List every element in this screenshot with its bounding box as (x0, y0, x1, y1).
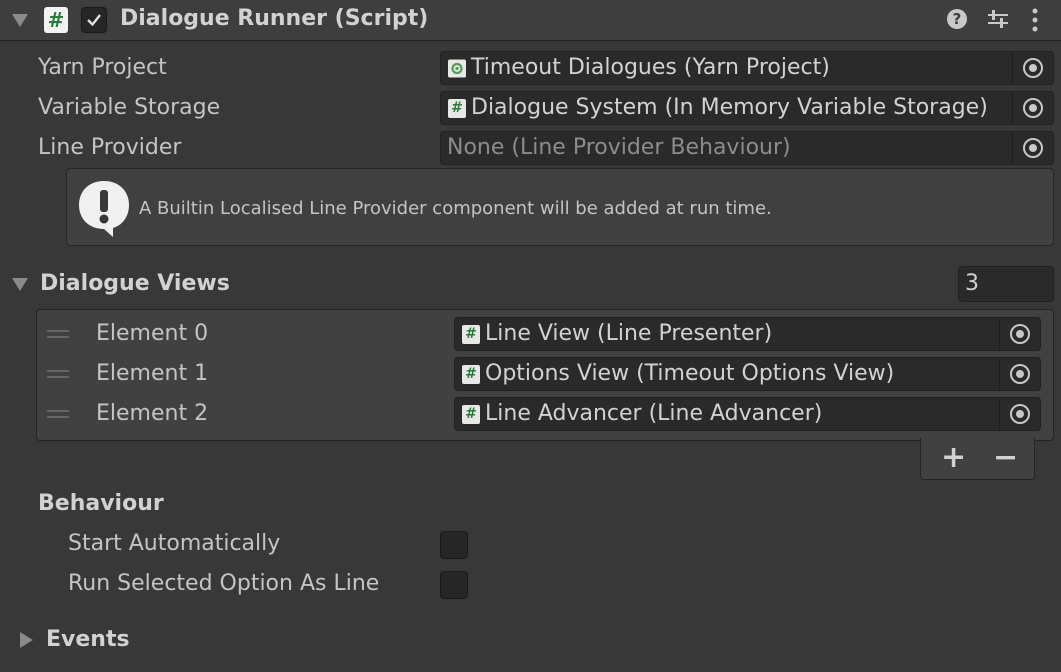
warning-speech-bubble-icon (79, 181, 129, 237)
script-icon: # (462, 325, 480, 344)
start-automatically-label: Start Automatically (68, 531, 281, 556)
collapse-arrow-icon[interactable] (12, 14, 28, 27)
events-foldout-icon[interactable] (20, 632, 33, 648)
object-picker-button[interactable] (999, 398, 1040, 430)
component-title: Dialogue Runner (Script) (120, 6, 429, 31)
svg-text:?: ? (953, 10, 962, 28)
variable-storage-field[interactable]: # Dialogue System (In Memory Variable St… (440, 91, 1054, 125)
list-item-field[interactable]: # Line View (Line Presenter) (454, 317, 1041, 351)
variable-storage-value: Dialogue System (In Memory Variable Stor… (471, 95, 988, 120)
list-item-value: Line View (Line Presenter) (485, 321, 773, 346)
dialogue-views-foldout-icon[interactable] (12, 278, 28, 291)
help-icon[interactable]: ? (946, 8, 968, 30)
list-item-label: Element 0 (96, 321, 209, 346)
yarn-project-asset-icon (448, 59, 466, 78)
add-element-button[interactable]: + (941, 440, 966, 475)
variable-storage-label: Variable Storage (38, 95, 221, 120)
list-item-label: Element 2 (96, 401, 209, 426)
list-item-label: Element 1 (96, 361, 209, 386)
drag-handle-icon[interactable] (47, 370, 69, 378)
yarn-project-label: Yarn Project (38, 55, 167, 80)
list-item-field[interactable]: # Line Advancer (Line Advancer) (454, 397, 1041, 431)
helpbox-message: A Builtin Localised Line Provider compon… (139, 198, 772, 219)
list-item-value: Options View (Timeout Options View) (485, 361, 895, 386)
preset-settings-icon[interactable] (986, 8, 1010, 30)
object-picker-button[interactable] (999, 358, 1040, 390)
yarn-project-value: Timeout Dialogues (Yarn Project) (471, 55, 830, 80)
checkmark-icon (87, 14, 101, 27)
list-item-value: Line Advancer (Line Advancer) (485, 401, 823, 426)
component-enabled-checkbox[interactable] (81, 7, 107, 33)
remove-element-button[interactable]: − (993, 440, 1018, 475)
yarn-project-field[interactable]: Timeout Dialogues (Yarn Project) (440, 51, 1054, 85)
list-item-field[interactable]: # Options View (Timeout Options View) (454, 357, 1041, 391)
dialogue-views-label[interactable]: Dialogue Views (40, 271, 230, 296)
object-picker-button[interactable] (1012, 132, 1053, 164)
script-icon: # (448, 99, 466, 118)
events-label[interactable]: Events (46, 627, 130, 652)
script-icon: # (462, 405, 480, 424)
more-options-icon[interactable] (1030, 8, 1040, 32)
line-provider-label: Line Provider (38, 135, 182, 160)
list-footer: + − (920, 438, 1035, 480)
object-picker-button[interactable] (1012, 92, 1053, 124)
script-icon: # (462, 365, 480, 384)
line-provider-value: None (Line Provider Behaviour) (447, 135, 791, 160)
behaviour-header: Behaviour (38, 491, 164, 516)
run-selected-option-label: Run Selected Option As Line (68, 571, 380, 596)
dialogue-views-size-value: 3 (965, 271, 979, 296)
drag-handle-icon[interactable] (47, 330, 69, 338)
object-picker-button[interactable] (999, 318, 1040, 350)
drag-handle-icon[interactable] (47, 410, 69, 418)
line-provider-field[interactable]: None (Line Provider Behaviour) (440, 131, 1054, 165)
run-selected-option-checkbox[interactable] (440, 571, 468, 599)
info-helpbox: A Builtin Localised Line Provider compon… (66, 168, 1054, 246)
component-header: # Dialogue Runner (Script) ? (0, 0, 1061, 41)
script-icon: # (44, 7, 68, 33)
object-picker-button[interactable] (1012, 52, 1053, 84)
start-automatically-checkbox[interactable] (440, 531, 468, 559)
dialogue-views-size-field[interactable]: 3 (958, 266, 1054, 302)
